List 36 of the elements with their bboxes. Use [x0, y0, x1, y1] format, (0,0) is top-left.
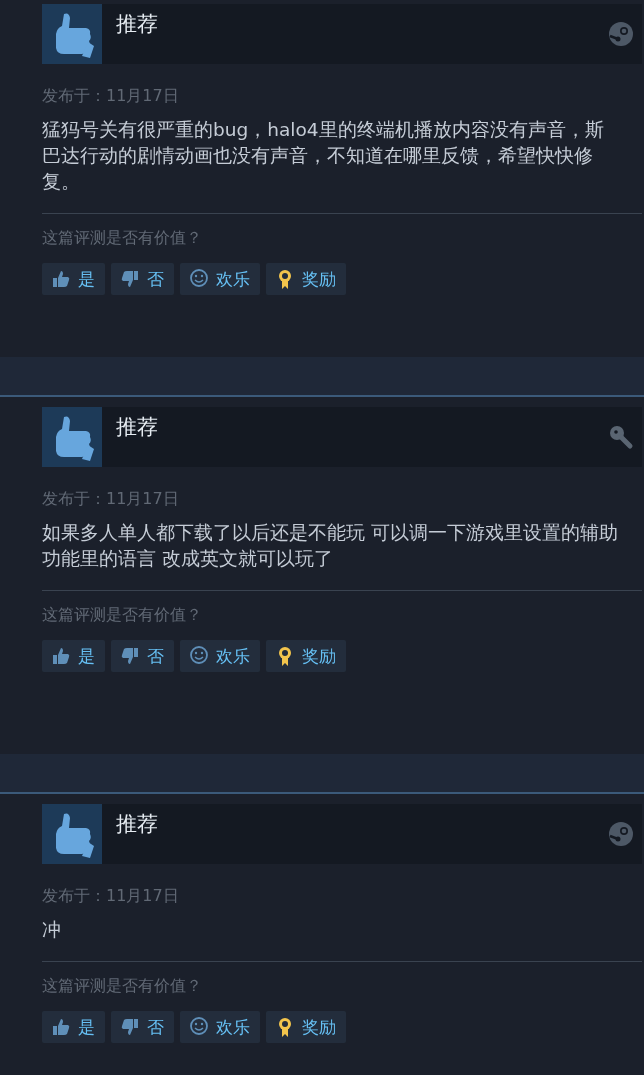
- smiley-icon: [188, 645, 210, 667]
- steam-logo-icon: [608, 821, 634, 847]
- yes-button[interactable]: 是: [42, 640, 105, 672]
- review-text: 冲: [42, 918, 62, 942]
- award-button[interactable]: 奖励: [266, 1011, 346, 1043]
- helpful-question: 这篇评测是否有价值？: [42, 228, 203, 249]
- review-text: 如果多人单人都下载了以后还是不能玩 可以调一下游戏里设置的辅助功能里的语言 改成英文就可以玩了: [42, 521, 619, 571]
- smiley-icon: [188, 1016, 210, 1038]
- helpful-question: 这篇评测是否有价值？: [42, 605, 203, 626]
- yes-button[interactable]: 是: [42, 263, 105, 295]
- thumbs-down-icon: [119, 645, 141, 667]
- funny-button[interactable]: 欢乐: [180, 640, 260, 672]
- yes-button[interactable]: 是: [42, 1011, 105, 1043]
- award-button[interactable]: 奖励: [266, 263, 346, 295]
- smiley-icon: [188, 268, 210, 290]
- verdict-title: 推荐: [116, 11, 159, 38]
- steam-logo-icon: [608, 21, 634, 47]
- thumbs-down-icon: [119, 1016, 141, 1038]
- no-button[interactable]: 否: [111, 640, 174, 672]
- no-button[interactable]: 否: [111, 1011, 174, 1043]
- posted-date: 发布于：11月17日: [42, 489, 180, 510]
- verdict-title: 推荐: [116, 414, 159, 441]
- funny-button[interactable]: 欢乐: [180, 263, 260, 295]
- review-text: 猛犸号关有很严重的bug，halo4里的终端机播放内容没有声音，斯巴达行动的剧情动画也没有声音，不知道在哪里反馈，希望快快修复。: [42, 118, 605, 194]
- no-button[interactable]: 否: [111, 263, 174, 295]
- funny-button[interactable]: 欢乐: [180, 1011, 260, 1043]
- thumbs-up-icon: [50, 268, 72, 290]
- helpful-question: 这篇评测是否有价值？: [42, 976, 203, 997]
- posted-date: 发布于：11月17日: [42, 86, 180, 107]
- thumbs-up-icon: [50, 645, 72, 667]
- thumbs-down-icon: [119, 268, 141, 290]
- award-button[interactable]: 奖励: [266, 640, 346, 672]
- posted-date: 发布于：11月17日: [42, 886, 180, 907]
- thumbs-up-icon: [50, 1016, 72, 1038]
- verdict-title: 推荐: [116, 811, 159, 838]
- key-icon: [608, 424, 634, 450]
